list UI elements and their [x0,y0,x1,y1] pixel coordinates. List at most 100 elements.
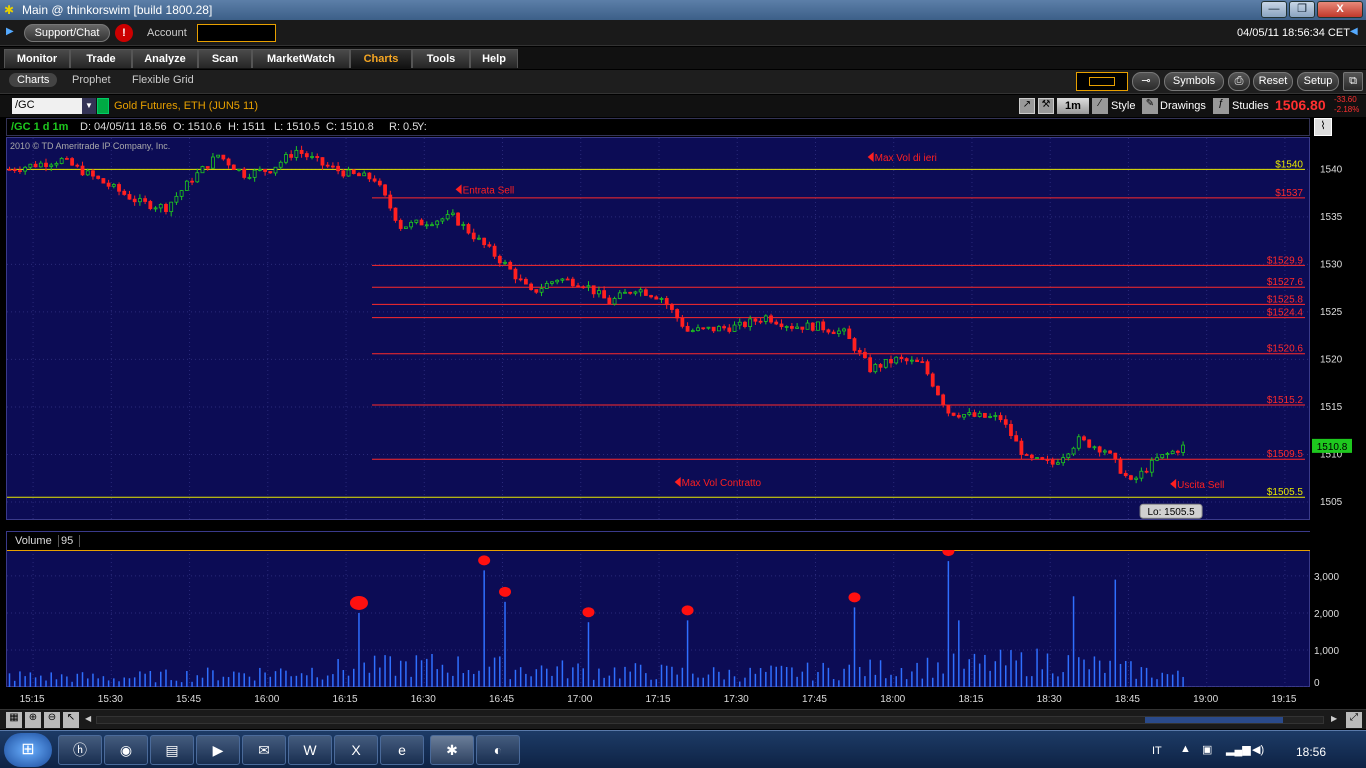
candle-body [675,309,680,319]
candle-body [915,359,919,363]
cursor-icon[interactable]: ↖ [63,712,79,728]
candle-body [565,278,570,281]
candle-body [842,328,846,332]
chart-settings-icon[interactable]: ⌇ [1314,118,1332,136]
signal-icon[interactable]: ▂▄▆ [1226,743,1251,756]
tray-arrow-icon[interactable]: ▲ [1180,743,1191,755]
tab-marketwatch[interactable]: MarketWatch [252,49,350,68]
candle-body [388,194,393,209]
datetime-display: 04/05/11 18:56:34 CET [1237,27,1350,39]
excel-icon[interactable]: X [334,735,378,765]
candle-body [1087,439,1092,448]
symbol-input[interactable]: /GC [12,98,82,114]
studies-icon[interactable]: ƒ [1213,98,1229,114]
app-task-icon[interactable]: ◐ [476,735,520,765]
expand-arrow-icon[interactable]: ▶ [6,26,14,37]
subtab-charts[interactable]: Charts [9,73,58,87]
collapse-arrow-icon[interactable]: ◀ [1350,26,1358,37]
candle-body [284,154,288,163]
candle-body [362,172,367,177]
candle-body [597,290,601,295]
candle-body [111,184,116,187]
studies-button[interactable]: Studies [1232,100,1269,112]
style-icon[interactable]: ⁄ [1092,98,1108,114]
tab-scan[interactable]: Scan [198,49,252,68]
volume-axis-svg: 0 1,000 2,000 3,000 [1314,572,1339,689]
restore-button[interactable]: ❐ [1289,1,1315,18]
interval-button[interactable]: 1m [1057,98,1089,114]
horizontal-scrollbar[interactable] [96,716,1324,724]
drawing-tool-icon[interactable]: ↗ [1019,98,1035,114]
alert-icon[interactable]: ! [115,24,133,42]
candle-body [1066,453,1071,459]
expand-chart-icon[interactable]: ⤢ [1346,712,1362,728]
candle-body [664,298,669,306]
candle-body [523,278,528,285]
detach-icon[interactable]: ⧉ [1343,72,1363,91]
candle-body [351,169,356,174]
drawings-icon[interactable]: ✎ [1142,98,1158,114]
volume-chart-svg [7,550,1311,687]
candle-body [607,297,612,305]
mail-icon[interactable]: ✉ [242,735,286,765]
support-chat-button[interactable]: Support/Chat [24,24,110,42]
candle-body [586,285,591,288]
minimize-button[interactable]: — [1261,1,1287,18]
account-select[interactable] [197,24,276,42]
scroll-left-icon[interactable]: ◀ [85,714,93,726]
candle-body [998,415,1003,421]
tab-charts[interactable]: Charts [350,49,412,68]
symbols-button[interactable]: Symbols [1164,72,1224,91]
word-icon[interactable]: W [288,735,332,765]
candle-body [195,172,200,183]
time-tick-13: 18:30 [1037,694,1062,705]
link-color-icon[interactable] [97,98,109,114]
reset-button[interactable]: Reset [1253,72,1293,91]
subtab-prophet[interactable]: Prophet [72,74,111,86]
drawings-button[interactable]: Drawings [1160,100,1206,112]
hp-icon[interactable]: ⓗ [58,735,102,765]
tab-monitor[interactable]: Monitor [4,49,70,68]
close-button[interactable]: X [1317,1,1363,18]
candle-body [988,416,993,418]
scroll-right-icon[interactable]: ▶ [1331,714,1339,726]
tray-network-icon[interactable]: ▣ [1202,743,1212,756]
language-indicator[interactable]: IT [1152,745,1162,757]
subtab-flexible-grid[interactable]: Flexible Grid [132,74,194,86]
wrench-icon[interactable]: ⚒ [1038,98,1054,114]
candle-body [237,168,241,171]
candle-body [409,222,414,228]
time-tick-14: 18:45 [1115,694,1140,705]
symbol-dropdown-icon[interactable]: ▼ [82,98,96,114]
explorer-icon[interactable]: ▤ [150,735,194,765]
zoom-out-icon[interactable]: ⊖ [44,712,60,728]
color-selector[interactable] [1076,72,1128,91]
volume-chart[interactable]: Volume 95 [6,531,1311,687]
price-chart[interactable]: $1540 $1537 $1529.9 $1527.6 $1525.8 $1524.4 $1… [6,137,1311,521]
candle-body [28,163,33,168]
candle-body [748,318,753,327]
scrollbar-thumb[interactable] [1145,717,1283,723]
print-icon[interactable]: ⎙ [1228,72,1250,91]
start-button[interactable]: ⊞ [4,733,52,767]
candle-body [273,166,278,174]
candle-body [732,324,737,332]
media-icon[interactable]: ◉ [104,735,148,765]
tab-help[interactable]: Help [470,49,518,68]
thinkorswim-task-icon[interactable]: ✱ [430,735,474,765]
candle-body [805,322,810,330]
setup-button[interactable]: Setup [1297,72,1339,91]
tab-trade[interactable]: Trade [70,49,132,68]
tab-tools[interactable]: Tools [412,49,470,68]
volume-icon[interactable]: ◀) [1252,743,1264,756]
grid-icon[interactable]: ▦ [6,712,22,728]
candle-body [440,218,445,222]
ie-icon[interactable]: e [380,735,424,765]
style-button[interactable]: Style [1111,100,1135,112]
price-tick-3: 1520 [1320,354,1343,365]
tab-analyze[interactable]: Analyze [132,49,198,68]
zoom-in-icon[interactable]: ⊕ [25,712,41,728]
media-player-icon[interactable]: ▶ [196,735,240,765]
candle-body [367,172,372,180]
link-icon[interactable]: ⊸ [1132,72,1160,91]
